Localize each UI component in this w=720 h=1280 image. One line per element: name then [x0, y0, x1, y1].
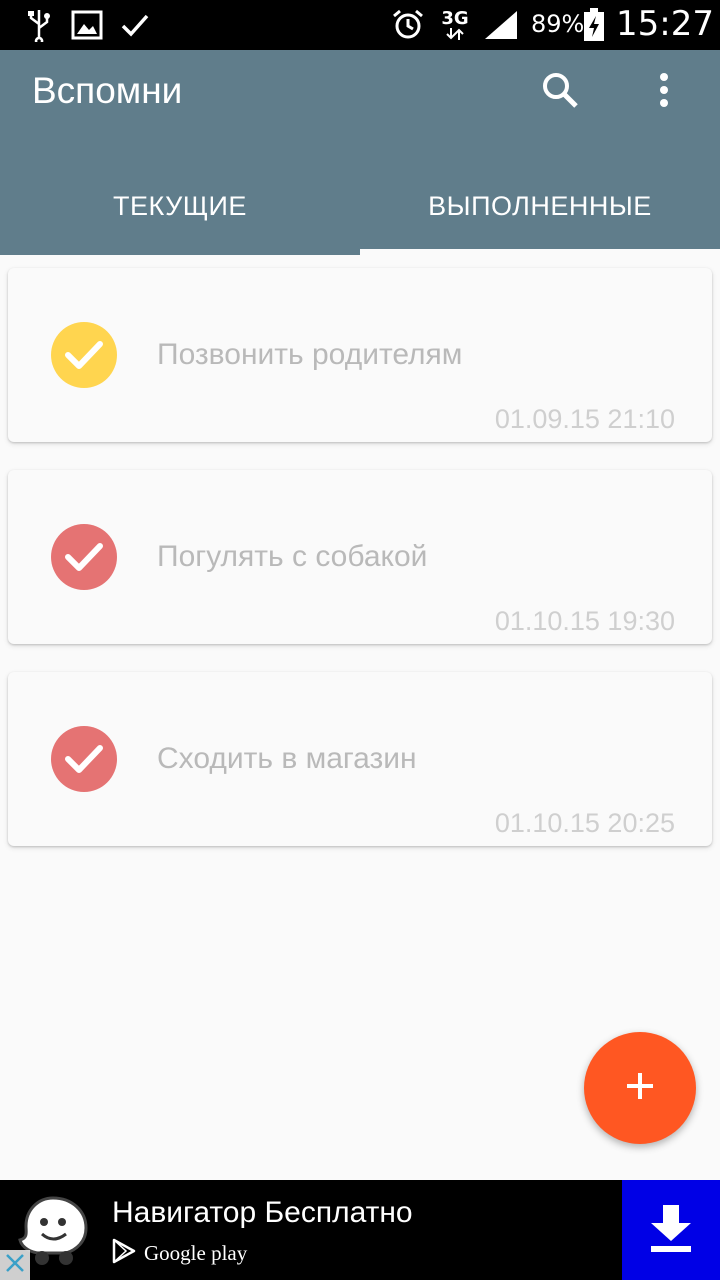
task-title: Позвонить родителям [157, 338, 463, 371]
plus-icon [625, 1071, 655, 1105]
tab-indicator [360, 249, 720, 255]
ad-banner[interactable]: Навигатор Бесплатно Google play [0, 1180, 720, 1280]
clock: 15:27 [616, 4, 714, 44]
check-circle-icon[interactable] [51, 322, 117, 388]
network-label: 3G [441, 8, 469, 29]
task-card[interactable]: Сходить в магазин 01.10.15 20:25 [8, 672, 712, 846]
battery-percent: 89% [531, 10, 585, 38]
tab-completed[interactable]: ВЫПОЛНЕННЫЕ [360, 158, 720, 255]
task-card[interactable]: Погулять с собакой 01.10.15 19:30 [8, 470, 712, 644]
usb-icon [24, 8, 54, 42]
download-icon [649, 1203, 693, 1257]
app-title: Вспомни [32, 70, 183, 111]
ad-store-label: Google play [144, 1240, 248, 1265]
more-vert-icon [659, 72, 669, 112]
play-store-icon [112, 1238, 136, 1268]
task-date: 01.10.15 19:30 [494, 606, 675, 636]
task-date: 01.10.15 20:25 [494, 808, 675, 838]
alarm-icon [390, 8, 426, 42]
check-circle-icon[interactable] [51, 524, 117, 590]
task-title: Погулять с собакой [157, 540, 428, 573]
check-circle-icon[interactable] [51, 726, 117, 792]
add-task-button[interactable] [584, 1032, 696, 1144]
image-icon [70, 8, 104, 42]
more-options-button[interactable] [636, 64, 692, 120]
check-icon [118, 8, 152, 42]
search-icon [541, 71, 579, 113]
ad-download-button[interactable] [622, 1180, 720, 1280]
tab-current[interactable]: ТЕКУЩИЕ [0, 158, 360, 255]
task-title: Сходить в магазин [157, 742, 417, 775]
app-bar: Вспомни ТЕКУЩИЕ ВЫПОЛНЕННЫЕ [0, 50, 720, 255]
network-3g-icon: 3G [436, 8, 474, 42]
signal-icon [482, 8, 520, 42]
status-bar: 3G 89% 15:27 [0, 0, 720, 50]
close-icon [5, 1253, 25, 1277]
task-date: 01.09.15 21:10 [494, 404, 675, 434]
battery-charging-icon [582, 8, 606, 42]
search-button[interactable] [532, 64, 588, 120]
google-play-badge: Google play [112, 1238, 247, 1268]
ad-close-button[interactable] [0, 1250, 30, 1280]
ad-title: Навигатор Бесплатно [112, 1196, 413, 1229]
task-card[interactable]: Позвонить родителям 01.09.15 21:10 [8, 268, 712, 442]
